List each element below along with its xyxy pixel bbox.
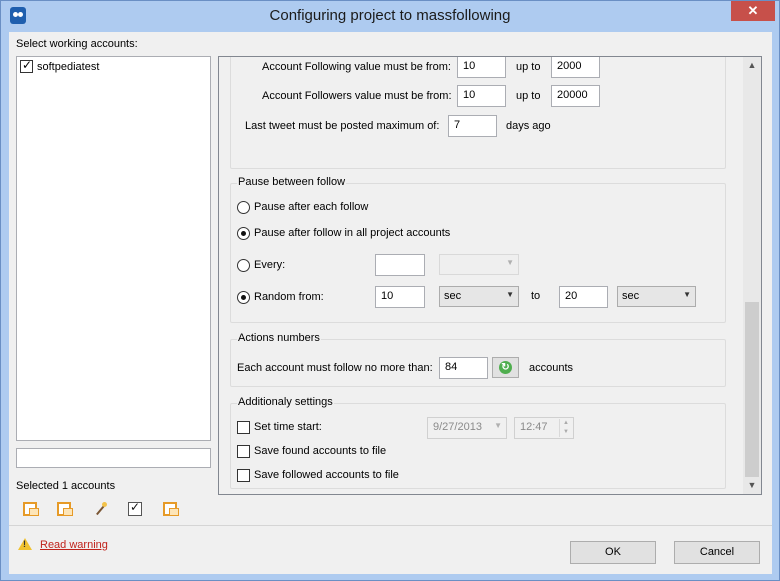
scroll-up-icon[interactable]: ▲ bbox=[743, 57, 761, 74]
select-all-icon[interactable] bbox=[23, 502, 39, 516]
random-from-unit-value: sec bbox=[444, 290, 462, 302]
read-warning-link[interactable]: Read warning bbox=[40, 539, 108, 551]
followers-upto-label: up to bbox=[516, 90, 541, 102]
random-label[interactable]: Random from: bbox=[254, 291, 324, 303]
accounts-header: Select working accounts: bbox=[16, 38, 138, 50]
chevron-down-icon: ▼ bbox=[506, 290, 514, 299]
check-selected-icon[interactable] bbox=[128, 500, 142, 516]
random-radio[interactable] bbox=[237, 291, 250, 304]
actions-label: Each account must follow no more than: bbox=[237, 362, 433, 374]
random-from-input[interactable]: 10 bbox=[375, 286, 425, 308]
vertical-scrollbar[interactable]: ▲ ▼ bbox=[743, 57, 761, 494]
every-label[interactable]: Every: bbox=[254, 259, 285, 271]
set-time-label[interactable]: Set time start: bbox=[254, 421, 322, 433]
chevron-down-icon: ▼ bbox=[506, 258, 514, 267]
list-item[interactable]: ✓ softpediatest bbox=[20, 58, 100, 73]
settings-scroll-area[interactable]: Account Following value must be from: 10… bbox=[219, 57, 743, 494]
save-followed-label[interactable]: Save followed accounts to file bbox=[254, 469, 399, 481]
warning-icon bbox=[18, 538, 32, 552]
every-input[interactable] bbox=[375, 254, 425, 276]
pause-each-label[interactable]: Pause after each follow bbox=[254, 201, 368, 213]
cancel-button[interactable]: Cancel bbox=[674, 541, 760, 564]
scroll-thumb[interactable] bbox=[745, 302, 759, 477]
days-ago-label: days ago bbox=[506, 120, 551, 132]
account-label: softpediatest bbox=[37, 60, 100, 73]
chevron-down-icon: ▼ bbox=[683, 290, 691, 299]
accounts-list[interactable]: ✓ softpediatest bbox=[16, 56, 211, 441]
selected-count: Selected 1 accounts bbox=[16, 480, 116, 492]
tweet-label: Last tweet must be posted maximum of: bbox=[245, 120, 440, 132]
tweet-days-input[interactable]: 7 bbox=[448, 115, 497, 137]
dialog-body: Select working accounts: ✓ softpediatest… bbox=[9, 32, 772, 574]
random-to-label: to bbox=[531, 290, 541, 302]
random-to-unit-select[interactable]: sec ▼ bbox=[617, 286, 696, 307]
close-button[interactable]: ✕ bbox=[731, 1, 775, 21]
actions-group-title: Actions numbers bbox=[237, 332, 321, 344]
window-title: Configuring project to massfollowing bbox=[269, 7, 511, 24]
set-time-checkbox[interactable] bbox=[237, 421, 250, 434]
dialog-window: Configuring project to massfollowing ✕ S… bbox=[0, 0, 780, 581]
pause-group-title: Pause between follow bbox=[237, 176, 347, 188]
actions-unit-label: accounts bbox=[529, 362, 574, 374]
time-value: 12:47 bbox=[520, 421, 548, 433]
pause-group: Pause between follow Pause after each fo… bbox=[230, 176, 726, 323]
pause-all-radio[interactable] bbox=[237, 227, 250, 240]
time-spinner-icon[interactable]: ▲ ▼ bbox=[559, 419, 572, 437]
refresh-button[interactable]: ↻ bbox=[492, 357, 519, 378]
scroll-down-icon[interactable]: ▼ bbox=[743, 477, 761, 494]
deselect-all-icon[interactable] bbox=[57, 502, 73, 516]
pause-all-label[interactable]: Pause after follow in all project accoun… bbox=[254, 227, 450, 239]
following-upto-label: up to bbox=[516, 61, 541, 73]
every-unit-select[interactable]: ▼ bbox=[439, 254, 519, 275]
date-value: 9/27/2013 bbox=[433, 421, 482, 433]
following-to-input[interactable]: 2000 bbox=[551, 57, 600, 78]
ok-button[interactable]: OK bbox=[570, 541, 656, 564]
save-found-label[interactable]: Save found accounts to file bbox=[254, 445, 386, 457]
followers-to-input[interactable]: 20000 bbox=[551, 85, 600, 107]
chevron-down-icon: ▼ bbox=[494, 421, 502, 430]
following-label: Account Following value must be from: bbox=[262, 61, 451, 73]
title-bar: Configuring project to massfollowing ✕ bbox=[1, 1, 779, 32]
account-checkbox[interactable]: ✓ bbox=[20, 58, 33, 73]
additional-group: Additionaly settings Set time start: 9/2… bbox=[230, 396, 726, 489]
filter-group: Account Following value must be from: 10… bbox=[230, 57, 726, 169]
actions-value-input[interactable]: 84 bbox=[439, 357, 488, 379]
refresh-icon: ↻ bbox=[499, 361, 512, 374]
settings-panel: Account Following value must be from: 10… bbox=[218, 56, 762, 495]
random-to-unit-value: sec bbox=[622, 290, 640, 302]
account-filter-input[interactable] bbox=[16, 448, 211, 468]
magic-wand-icon[interactable] bbox=[94, 502, 108, 516]
followers-from-input[interactable]: 10 bbox=[457, 85, 506, 107]
pause-each-radio[interactable] bbox=[237, 201, 250, 214]
save-found-checkbox[interactable] bbox=[237, 445, 250, 458]
following-from-input[interactable]: 10 bbox=[457, 57, 506, 78]
additional-group-title: Additionaly settings bbox=[237, 396, 334, 408]
random-to-input[interactable]: 20 bbox=[559, 286, 608, 308]
followers-label: Account Followers value must be from: bbox=[262, 90, 452, 102]
footer-separator bbox=[9, 525, 772, 526]
date-picker[interactable]: 9/27/2013 ▼ bbox=[427, 417, 507, 439]
actions-group: Actions numbers Each account must follow… bbox=[230, 332, 726, 387]
every-radio[interactable] bbox=[237, 259, 250, 272]
save-followed-checkbox[interactable] bbox=[237, 469, 250, 482]
invert-selection-icon[interactable] bbox=[163, 502, 179, 516]
time-picker[interactable]: 12:47 ▲ ▼ bbox=[514, 417, 574, 439]
random-from-unit-select[interactable]: sec ▼ bbox=[439, 286, 519, 307]
